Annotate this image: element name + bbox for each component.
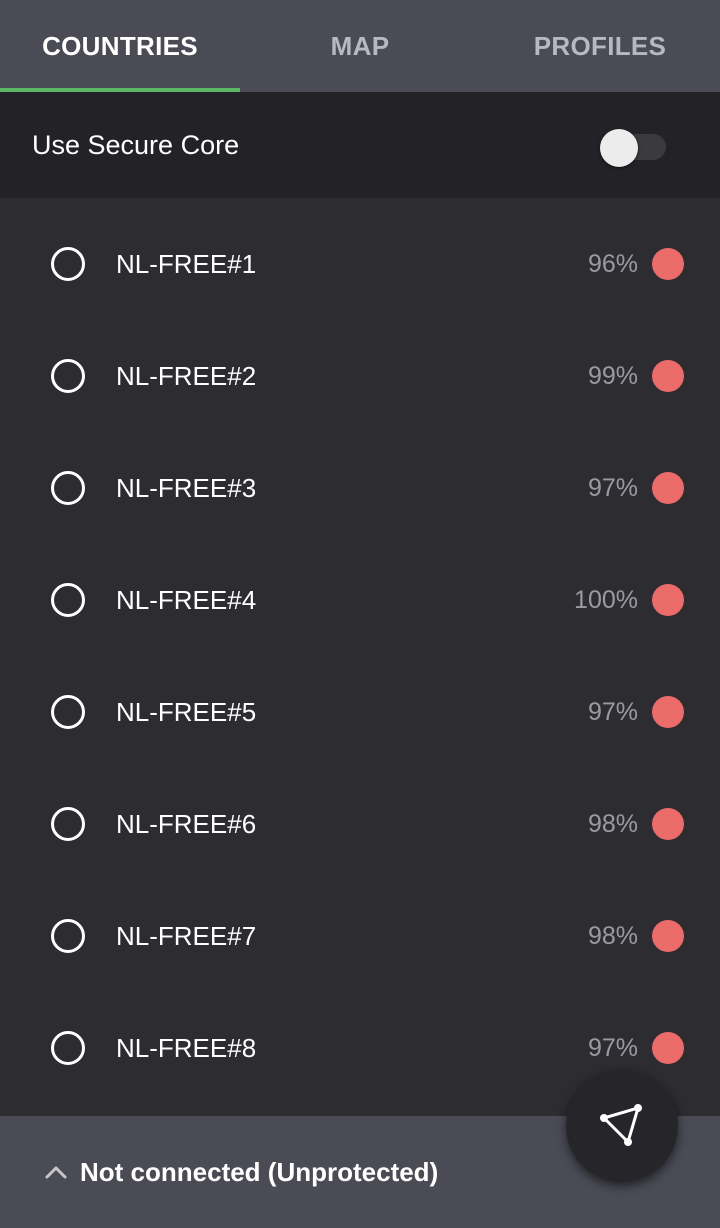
load-indicator-dot — [652, 360, 684, 392]
server-list: NL-FREE#1 96% NL-FREE#2 99% NL-FREE#3 97… — [0, 198, 720, 1116]
connection-status-text: Not connected (Unprotected) — [80, 1157, 439, 1187]
radio-button[interactable] — [51, 247, 85, 281]
server-row[interactable]: NL-FREE#4 100% — [0, 546, 720, 658]
server-load: 97% — [587, 698, 638, 726]
load-indicator-dot — [652, 920, 684, 952]
server-name: NL-FREE#7 — [116, 921, 257, 951]
tab-bar: COUNTRIES MAP PROFILES — [0, 0, 720, 92]
tab-label: MAP — [330, 30, 390, 61]
server-load: 96% — [587, 250, 638, 278]
server-load: 100% — [574, 586, 638, 614]
server-name: NL-FREE#8 — [116, 1033, 257, 1063]
radio-button[interactable] — [51, 695, 85, 729]
load-indicator-dot — [652, 808, 684, 840]
server-row[interactable]: NL-FREE#5 97% — [0, 658, 720, 770]
tab-label: COUNTRIES — [42, 30, 198, 61]
toggle-thumb — [600, 129, 638, 167]
chevron-up-icon[interactable] — [44, 1160, 68, 1184]
secure-core-toggle[interactable] — [600, 129, 668, 167]
load-indicator-dot — [652, 248, 684, 280]
server-name: NL-FREE#2 — [116, 361, 257, 391]
server-load: 97% — [587, 474, 638, 502]
radio-button[interactable] — [51, 583, 85, 617]
radio-button[interactable] — [51, 359, 85, 393]
server-load: 98% — [587, 922, 638, 950]
radio-button[interactable] — [51, 919, 85, 953]
server-name: NL-FREE#3 — [116, 473, 257, 503]
tab-map[interactable]: MAP — [240, 0, 480, 92]
server-name: NL-FREE#5 — [116, 697, 257, 727]
app-root: COUNTRIES MAP PROFILES Use Secure Core N… — [0, 0, 720, 1228]
server-row[interactable]: NL-FREE#3 97% — [0, 434, 720, 546]
radio-button[interactable] — [51, 807, 85, 841]
tab-countries[interactable]: COUNTRIES — [0, 0, 240, 92]
secure-core-row: Use Secure Core — [0, 92, 720, 198]
server-name: NL-FREE#6 — [116, 809, 257, 839]
load-indicator-dot — [652, 472, 684, 504]
server-row[interactable]: NL-FREE#7 98% — [0, 882, 720, 994]
server-name: NL-FREE#4 — [116, 585, 257, 615]
server-row[interactable]: NL-FREE#6 98% — [0, 770, 720, 882]
tab-label: PROFILES — [533, 30, 667, 61]
triangle-network-icon — [600, 1104, 642, 1146]
radio-button[interactable] — [51, 471, 85, 505]
server-load: 99% — [587, 362, 638, 390]
load-indicator-dot — [652, 1032, 684, 1064]
load-indicator-dot — [652, 584, 684, 616]
secure-core-label: Use Secure Core — [32, 130, 240, 160]
load-indicator-dot — [652, 696, 684, 728]
quick-connect-button[interactable] — [566, 1070, 678, 1182]
server-load: 98% — [587, 810, 638, 838]
server-name: NL-FREE#1 — [116, 249, 257, 279]
tab-profiles[interactable]: PROFILES — [480, 0, 720, 92]
server-row[interactable]: NL-FREE#2 99% — [0, 322, 720, 434]
radio-button[interactable] — [51, 1031, 85, 1065]
server-row[interactable]: NL-FREE#1 96% — [0, 210, 720, 322]
